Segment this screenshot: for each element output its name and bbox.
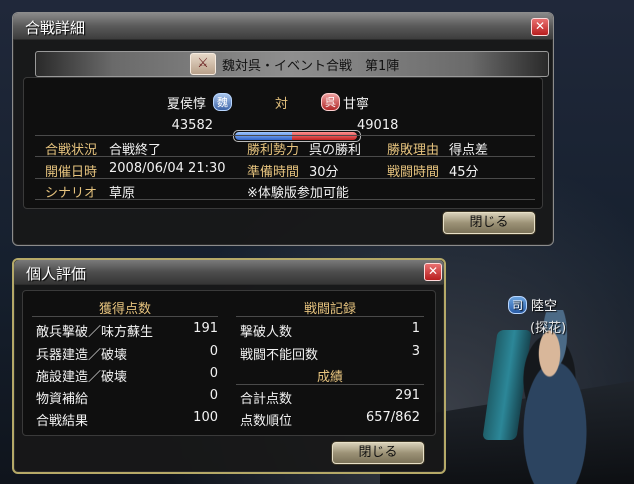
window-titlebar[interactable]: 合戦詳細	[13, 13, 553, 40]
winner-label: 勝利勢力	[247, 143, 300, 158]
character-nameplate: 司 陸空	[508, 295, 557, 314]
wu-faction-badge: 呉	[321, 93, 340, 111]
score-header: 獲得点数	[98, 302, 151, 317]
supplies-label: 物資補給	[36, 392, 89, 407]
kill-count-value: 1	[411, 321, 420, 336]
weapons-label: 兵器建造／破壊	[36, 348, 128, 363]
weapons-value: 0	[209, 344, 218, 359]
close-button[interactable]: 閉じる	[332, 442, 424, 464]
battle-result-label: 合戦結果	[36, 414, 89, 429]
character-title: (探花)	[530, 321, 567, 336]
battle-status-value: 合戦終了	[109, 143, 162, 158]
rank-value: 657/862	[365, 410, 420, 425]
battle-record-header: 戦闘記録	[303, 302, 356, 317]
winner-value: 呉の勝利	[309, 143, 362, 158]
total-score-label: 合計点数	[240, 392, 293, 407]
left-commander-name: 夏侯惇	[167, 97, 207, 112]
prep-time-label: 準備時間	[247, 165, 300, 180]
window-title: 合戦詳細	[25, 19, 86, 37]
prep-time-value: 30分	[309, 165, 339, 180]
battle-name: 魏対呉・イベント合戦 第1陣	[222, 59, 400, 74]
window-titlebar[interactable]: 個人評価	[14, 260, 444, 285]
crossed-swords-icon: ⚔	[190, 53, 216, 75]
kills-revives-label: 敵兵撃破／味方蘇生	[36, 325, 154, 340]
incapacitated-value: 3	[411, 344, 420, 359]
kill-count-label: 撃破人数	[240, 325, 293, 340]
versus-label: 対	[275, 97, 289, 112]
results-header: 成績	[316, 370, 343, 385]
date-label: 開催日時	[45, 165, 98, 180]
date-value: 2008/06/04 21:30	[109, 161, 226, 176]
scenario-value: 草原	[109, 186, 136, 201]
incapacitated-label: 戦闘不能回数	[240, 348, 319, 363]
character-name: 陸空	[531, 299, 558, 314]
personal-evaluation-window: 個人評価 ✕ 獲得点数 戦闘記録 敵兵撃破／味方蘇生 191 兵器建造／破壊 0…	[12, 258, 446, 474]
kills-revives-value: 191	[193, 321, 218, 336]
result-reason-label: 勝敗理由	[387, 143, 440, 158]
divider	[32, 316, 218, 317]
battle-time-label: 戦闘時間	[387, 165, 440, 180]
battle-details-window: 合戦詳細 ✕ ⚔ 魏対呉・イベント合戦 第1陣 夏侯惇 魏 対 呉 甘寧 435…	[12, 12, 554, 246]
battle-status-label: 合戦状況	[45, 143, 98, 158]
window-title: 個人評価	[26, 265, 87, 283]
right-score: 49018	[357, 118, 399, 133]
close-button[interactable]: 閉じる	[443, 212, 535, 234]
supplies-value: 0	[209, 388, 218, 403]
player-character[interactable]	[500, 310, 610, 484]
divider	[35, 135, 535, 136]
facilities-value: 0	[209, 366, 218, 381]
divider	[236, 316, 424, 317]
faction-badge: 司	[508, 295, 527, 314]
result-reason-value: 得点差	[449, 143, 489, 158]
scenario-label: シナリオ	[45, 186, 98, 201]
battle-result-value: 100	[193, 410, 218, 425]
right-commander-name: 甘寧	[343, 97, 370, 112]
trial-note: ※体験版参加可能	[247, 186, 349, 201]
facilities-label: 施設建造／破壊	[36, 370, 128, 385]
close-icon[interactable]: ✕	[424, 263, 442, 281]
wei-faction-badge: 魏	[213, 93, 232, 111]
left-score: 43582	[171, 118, 213, 133]
battle-banner: ⚔ 魏対呉・イベント合戦 第1陣	[35, 51, 549, 77]
total-score-value: 291	[395, 388, 420, 403]
divider	[236, 384, 424, 385]
close-icon[interactable]: ✕	[531, 18, 549, 36]
battle-time-value: 45分	[449, 165, 479, 180]
rank-label: 点数順位	[240, 414, 293, 429]
